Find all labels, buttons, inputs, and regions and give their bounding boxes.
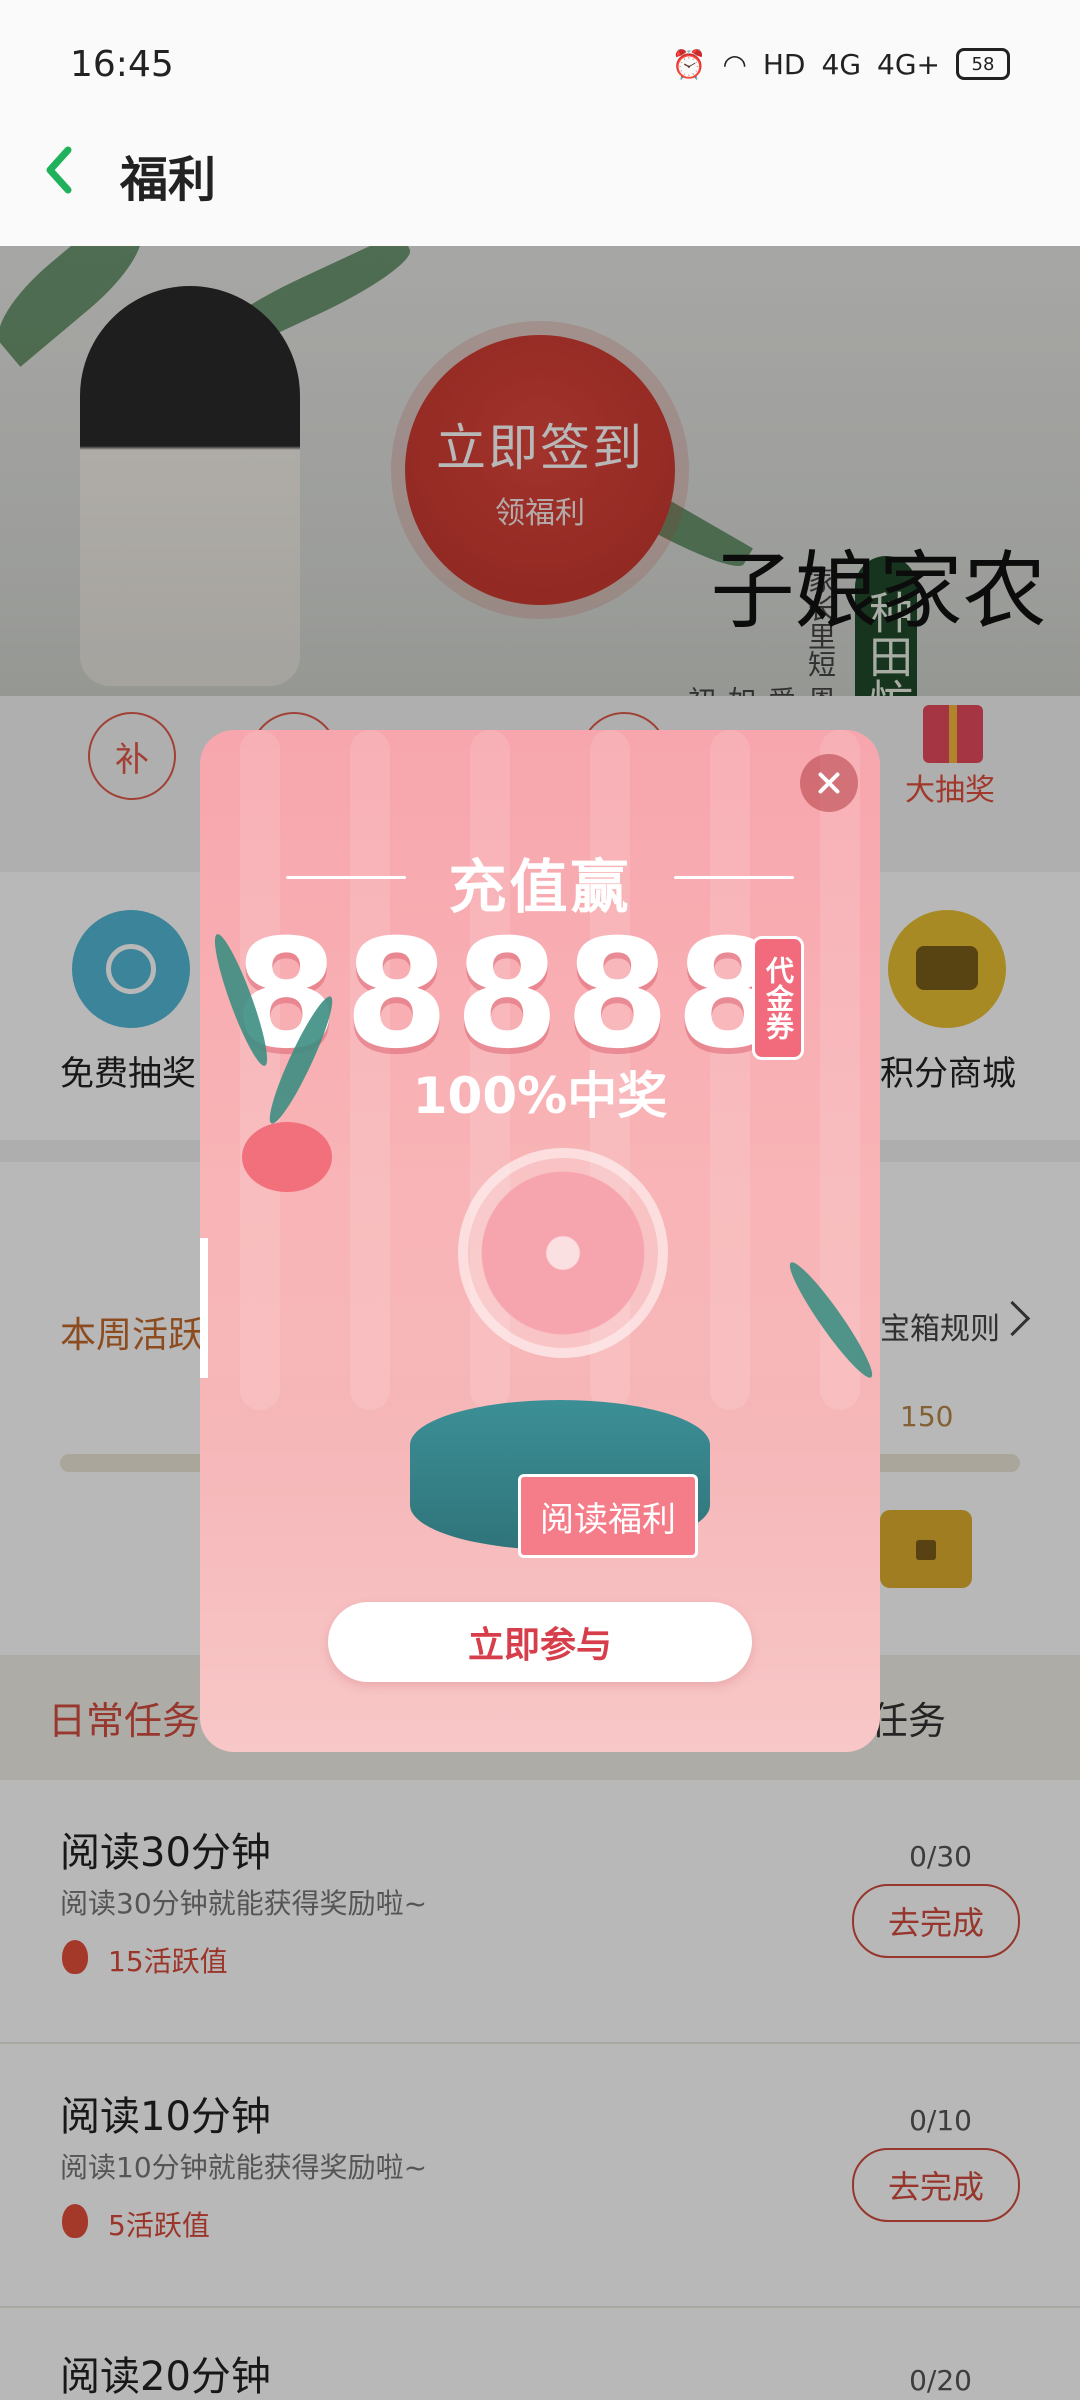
status-icons: ⏰ ◠ HD 4G 4G+ 58	[672, 44, 1010, 84]
flamingo-illustration	[242, 1122, 332, 1192]
wifi-icon: ◠	[722, 47, 747, 81]
battery-icon: 58	[956, 48, 1010, 80]
join-now-button[interactable]: 立即参与	[328, 1602, 752, 1682]
fan-illustration	[458, 1148, 668, 1358]
battery-level: 58	[971, 53, 995, 75]
signal-1: 4G	[821, 47, 862, 81]
hd-label: HD	[762, 47, 806, 81]
cage-illustration	[200, 1238, 348, 1378]
chevron-left-icon	[46, 146, 72, 194]
coupon-badge: 代金券	[752, 936, 804, 1060]
page-title: 福利	[120, 152, 217, 208]
status-time: 16:45	[70, 44, 174, 85]
alarm-icon: ⏰	[671, 47, 707, 81]
promo-modal: 充值赢 88888 代金券 100%中奖 阅读福利 立即参与	[200, 730, 880, 1752]
close-button[interactable]	[800, 754, 858, 812]
back-button[interactable]	[40, 140, 80, 200]
read-welfare-sign: 阅读福利	[518, 1474, 698, 1558]
signal-2: 4G+	[877, 47, 940, 81]
